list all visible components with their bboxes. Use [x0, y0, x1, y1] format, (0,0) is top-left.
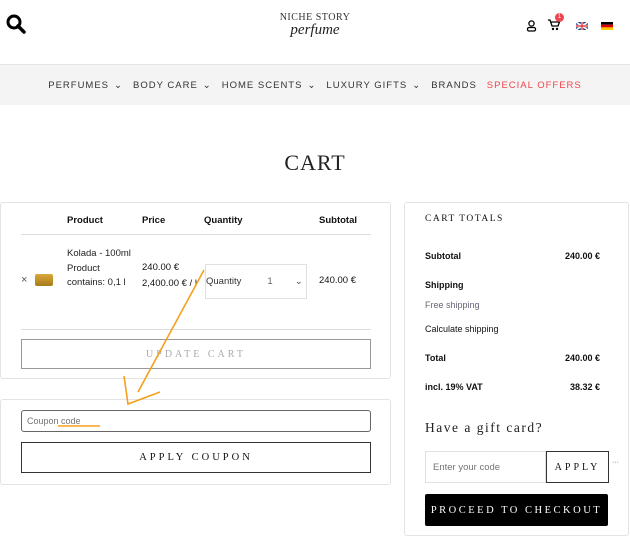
cart-totals-title: CART TOTALS [425, 214, 504, 224]
logo[interactable]: NICHE STORY perfume [270, 12, 360, 39]
product-price: 240.00 € 2,400.00 € / l [142, 259, 202, 291]
total-label: Total [425, 353, 446, 363]
shipping-label: Shipping [425, 280, 464, 290]
vat-label: incl. 19% VAT [425, 382, 483, 392]
cart-totals: CART TOTALS Subtotal 240.00 € Shipping F… [404, 202, 629, 536]
user-icon[interactable] [526, 20, 537, 32]
chevron-down-icon: ⌄ [202, 79, 212, 91]
flag-de-icon[interactable] [601, 22, 613, 30]
apply-coupon-button[interactable]: APPLY COUPON [21, 442, 371, 473]
gift-card-title: Have a gift card? [425, 420, 544, 435]
header-quantity: Quantity [204, 215, 243, 226]
unit-price: 2,400.00 € / l [142, 278, 197, 289]
cart-table: Product Price Quantity Subtotal × Kolada… [0, 202, 391, 379]
gift-card-input[interactable] [425, 451, 546, 483]
main-nav: PERFUMES ⌄ BODY CARE ⌄ HOME SCENTS ⌄ LUXURY… [0, 65, 630, 105]
header-subtotal: Subtotal [319, 215, 357, 226]
apply-gift-card-button[interactable]: APPLY [546, 451, 609, 483]
quantity-value: 1 [267, 276, 273, 287]
nav-home-scents[interactable]: HOME SCENTS ⌄ [222, 80, 317, 91]
product-thumbnail[interactable] [35, 274, 53, 286]
divider [21, 234, 371, 235]
header-product: Product [67, 215, 103, 226]
chevron-down-icon: ⌄ [294, 276, 303, 287]
coupon-input[interactable] [21, 410, 371, 432]
subtotal-value: 240.00 € [564, 251, 600, 261]
quantity-label: Quantity [206, 276, 242, 287]
row-subtotal: 240.00 € [319, 275, 356, 286]
nav-brands[interactable]: BRANDS [431, 80, 477, 91]
cart-count-badge: 1 [555, 13, 564, 22]
proceed-to-checkout-button[interactable]: PROCEED TO CHECKOUT [425, 494, 608, 526]
header-price: Price [142, 215, 166, 226]
update-cart-button[interactable]: UPDATE CART [21, 339, 371, 369]
calculate-shipping-link[interactable]: Calculate shipping [425, 324, 499, 334]
site-header: NICHE STORY perfume 1 [0, 0, 630, 65]
price-value: 240.00 € [142, 262, 179, 273]
quantity-select[interactable]: Quantity 1 ⌄ [205, 264, 307, 299]
nav-body-care[interactable]: BODY CARE ⌄ [133, 80, 212, 91]
nav-luxury-gifts[interactable]: LUXURY GIFTS ⌄ [326, 80, 421, 91]
page-title: CART [284, 150, 346, 175]
chevron-down-icon: ⌄ [114, 79, 123, 91]
flag-uk-icon[interactable] [576, 22, 588, 30]
total-value: 240.00 € [564, 353, 600, 363]
shipping-value: Free shipping [425, 300, 480, 310]
search-icon[interactable] [6, 14, 26, 34]
chevron-down-icon: ⌄ [412, 79, 422, 91]
nav-special-offers[interactable]: SPECIAL OFFERS [487, 80, 582, 91]
subtotal-label: Subtotal [425, 251, 461, 261]
product-name[interactable]: Kolada - 100ml [67, 247, 137, 262]
vat-value: 38.32 € [569, 382, 600, 392]
divider [21, 329, 371, 330]
product-info: Kolada - 100ml Product contains: 0,1 l [67, 247, 137, 291]
remove-item-icon[interactable]: × [21, 274, 27, 286]
nav-perfumes[interactable]: PERFUMES ⌄ [48, 80, 123, 91]
product-contains: Product contains: 0,1 l [67, 262, 126, 289]
coupon-section: APPLY COUPON [0, 399, 391, 485]
more-icon: ··· [612, 459, 619, 466]
chevron-down-icon: ⌄ [307, 79, 317, 91]
